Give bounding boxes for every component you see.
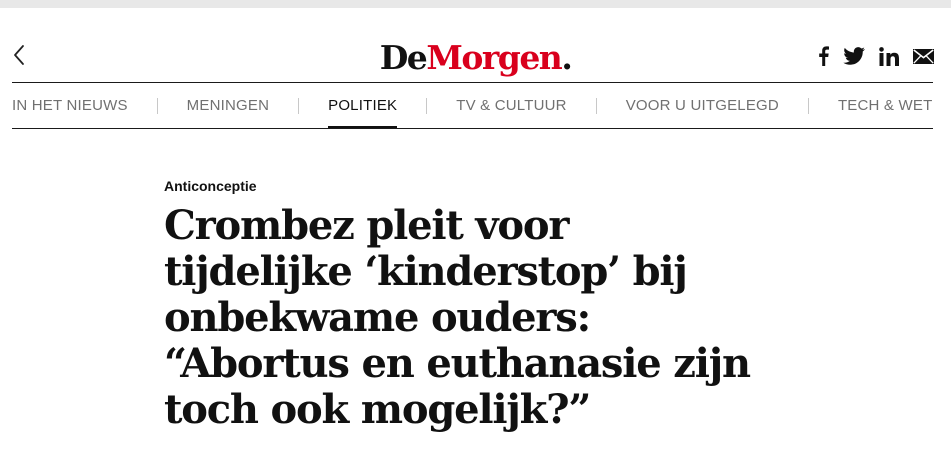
- logo-part-morgen: Morgen: [426, 38, 563, 77]
- nav-item-politiek[interactable]: POLITIEK: [328, 83, 398, 129]
- site-logo[interactable]: DeMorgen.: [0, 38, 951, 78]
- nav-separator: [426, 98, 428, 114]
- twitter-icon: [843, 47, 865, 65]
- logo-part-de: De: [379, 38, 428, 77]
- section-nav-track: IN HET NIEUWS MENINGEN POLITIEK TV & CULTUU…: [12, 83, 933, 129]
- nav-item-in-het-nieuws[interactable]: IN HET NIEUWS: [12, 83, 128, 129]
- nav-separator: [156, 98, 158, 114]
- logo-dot: .: [561, 38, 573, 77]
- facebook-icon: [819, 46, 829, 66]
- nav-separator: [298, 98, 300, 114]
- nav-item-meningen[interactable]: MENINGEN: [187, 83, 269, 129]
- article-headline: Crombez pleit voor tijdelijke ‘kindersto…: [164, 202, 751, 433]
- section-nav: IN HET NIEUWS MENINGEN POLITIEK TV & CULTUU…: [0, 83, 933, 129]
- share-facebook-button[interactable]: [818, 44, 829, 68]
- article-kicker[interactable]: Anticonceptie: [164, 178, 257, 194]
- linkedin-icon: [879, 46, 899, 66]
- share-bar: [818, 44, 934, 68]
- share-mail-button[interactable]: [913, 44, 934, 68]
- share-linkedin-button[interactable]: [879, 44, 899, 68]
- mail-icon: [913, 48, 934, 64]
- nav-item-voor-u-uitgelegd[interactable]: VOOR U UITGELEGD: [626, 83, 779, 129]
- browser-top-strip: [0, 0, 951, 8]
- nav-item-tech-en-wetenschap[interactable]: TECH & WETENSCHAP: [838, 83, 933, 129]
- nav-separator: [807, 98, 809, 114]
- nav-separator: [595, 98, 597, 114]
- share-twitter-button[interactable]: [843, 44, 865, 68]
- nav-bottom-rule: [12, 128, 933, 129]
- nav-item-tv-en-cultuur[interactable]: TV & CULTUUR: [456, 83, 566, 129]
